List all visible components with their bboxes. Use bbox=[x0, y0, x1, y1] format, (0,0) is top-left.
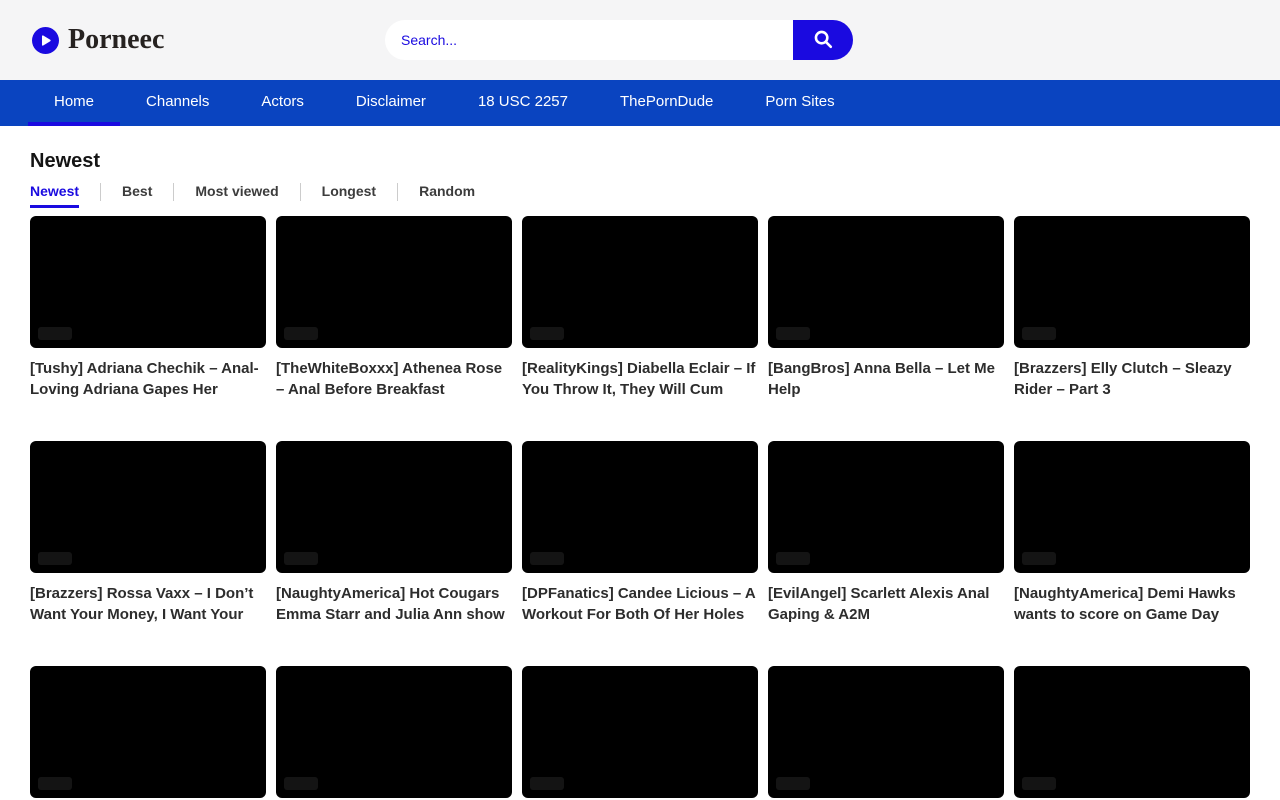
video-thumbnail[interactable] bbox=[1014, 441, 1250, 573]
video-card[interactable] bbox=[768, 666, 1004, 798]
duration-badge bbox=[776, 327, 810, 340]
video-card[interactable]: [Tushy] Adriana Chechik – Anal-Loving Ad… bbox=[30, 216, 266, 400]
duration-badge bbox=[284, 327, 318, 340]
magnifier-icon bbox=[812, 28, 834, 53]
nav-item-18-usc-2257[interactable]: 18 USC 2257 bbox=[452, 80, 594, 126]
site-logo[interactable]: Porneec bbox=[32, 0, 164, 80]
video-title[interactable]: [Tushy] Adriana Chechik – Anal-Loving Ad… bbox=[30, 358, 266, 400]
play-icon bbox=[32, 27, 59, 54]
video-title[interactable]: [RealityKings] Diabella Eclair – If You … bbox=[522, 358, 758, 400]
video-title[interactable]: [TheWhiteBoxxx] Athenea Rose – Anal Befo… bbox=[276, 358, 512, 400]
video-thumbnail[interactable] bbox=[30, 216, 266, 348]
video-thumbnail[interactable] bbox=[768, 666, 1004, 798]
search-form bbox=[385, 20, 853, 60]
duration-badge bbox=[1022, 327, 1056, 340]
video-title[interactable]: [EvilAngel] Scarlett Alexis Anal Gaping … bbox=[768, 583, 1004, 625]
video-title[interactable]: [NaughtyAmerica] Demi Hawks wants to sco… bbox=[1014, 583, 1250, 625]
tab-divider bbox=[173, 183, 174, 201]
video-card[interactable]: [NaughtyAmerica] Demi Hawks wants to sco… bbox=[1014, 441, 1250, 625]
duration-badge bbox=[530, 552, 564, 565]
video-thumbnail[interactable] bbox=[30, 666, 266, 798]
video-grid: [Tushy] Adriana Chechik – Anal-Loving Ad… bbox=[30, 216, 1250, 798]
duration-badge bbox=[776, 777, 810, 790]
duration-badge bbox=[530, 777, 564, 790]
video-thumbnail[interactable] bbox=[522, 216, 758, 348]
video-card[interactable]: [RealityKings] Diabella Eclair – If You … bbox=[522, 216, 758, 400]
video-thumbnail[interactable] bbox=[30, 441, 266, 573]
video-title[interactable]: [BangBros] Anna Bella – Let Me Help bbox=[768, 358, 1004, 400]
video-card[interactable]: [EvilAngel] Scarlett Alexis Anal Gaping … bbox=[768, 441, 1004, 625]
nav-item-theporndude[interactable]: ThePornDude bbox=[594, 80, 739, 126]
tab-most-viewed[interactable]: Most viewed bbox=[195, 183, 278, 208]
nav-item-porn-sites[interactable]: Porn Sites bbox=[739, 80, 860, 126]
duration-badge bbox=[284, 777, 318, 790]
page-title: Newest bbox=[30, 150, 1250, 173]
nav-item-channels[interactable]: Channels bbox=[120, 80, 235, 126]
nav-item-actors[interactable]: Actors bbox=[235, 80, 330, 126]
video-card[interactable]: [TheWhiteBoxxx] Athenea Rose – Anal Befo… bbox=[276, 216, 512, 400]
tab-divider bbox=[100, 183, 101, 201]
video-thumbnail[interactable] bbox=[276, 666, 512, 798]
video-thumbnail[interactable] bbox=[768, 441, 1004, 573]
tab-best[interactable]: Best bbox=[122, 183, 152, 208]
duration-badge bbox=[776, 552, 810, 565]
nav-item-home[interactable]: Home bbox=[28, 80, 120, 126]
video-card[interactable] bbox=[30, 666, 266, 798]
tab-divider bbox=[300, 183, 301, 201]
duration-badge bbox=[1022, 552, 1056, 565]
video-thumbnail[interactable] bbox=[522, 666, 758, 798]
tab-divider bbox=[397, 183, 398, 201]
video-card[interactable]: [Brazzers] Rossa Vaxx – I Don’t Want You… bbox=[30, 441, 266, 625]
video-thumbnail[interactable] bbox=[276, 216, 512, 348]
video-title[interactable]: [NaughtyAmerica] Hot Cougars Emma Starr … bbox=[276, 583, 512, 625]
video-card[interactable]: [NaughtyAmerica] Hot Cougars Emma Starr … bbox=[276, 441, 512, 625]
video-thumbnail[interactable] bbox=[522, 441, 758, 573]
video-card[interactable]: [DPFanatics] Candee Licious – A Workout … bbox=[522, 441, 758, 625]
video-thumbnail[interactable] bbox=[768, 216, 1004, 348]
video-title[interactable]: [DPFanatics] Candee Licious – A Workout … bbox=[522, 583, 758, 625]
duration-badge bbox=[1022, 777, 1056, 790]
video-thumbnail[interactable] bbox=[276, 441, 512, 573]
video-title[interactable]: [Brazzers] Rossa Vaxx – I Don’t Want You… bbox=[30, 583, 266, 625]
video-card[interactable]: [BangBros] Anna Bella – Let Me Help bbox=[768, 216, 1004, 400]
video-thumbnail[interactable] bbox=[1014, 216, 1250, 348]
tab-newest[interactable]: Newest bbox=[30, 183, 79, 208]
duration-badge bbox=[38, 327, 72, 340]
main-nav: HomeChannelsActorsDisclaimer18 USC 2257T… bbox=[0, 80, 1280, 126]
duration-badge bbox=[38, 777, 72, 790]
tab-random[interactable]: Random bbox=[419, 183, 475, 208]
video-card[interactable] bbox=[276, 666, 512, 798]
sort-tabs: Newest Best Most viewed Longest Random bbox=[30, 183, 1250, 208]
video-card[interactable]: [Brazzers] Elly Clutch – Sleazy Rider – … bbox=[1014, 216, 1250, 400]
duration-badge bbox=[38, 552, 72, 565]
video-card[interactable] bbox=[1014, 666, 1250, 798]
duration-badge bbox=[530, 327, 564, 340]
search-button[interactable] bbox=[793, 20, 853, 60]
video-thumbnail[interactable] bbox=[1014, 666, 1250, 798]
duration-badge bbox=[284, 552, 318, 565]
search-input[interactable] bbox=[385, 20, 793, 60]
video-title[interactable]: [Brazzers] Elly Clutch – Sleazy Rider – … bbox=[1014, 358, 1250, 400]
tab-longest[interactable]: Longest bbox=[322, 183, 376, 208]
site-header: Porneec bbox=[0, 0, 1280, 80]
nav-item-disclaimer[interactable]: Disclaimer bbox=[330, 80, 452, 126]
main-content: Newest Newest Best Most viewed Longest Rando… bbox=[0, 150, 1280, 798]
site-title: Porneec bbox=[68, 24, 164, 56]
video-card[interactable] bbox=[522, 666, 758, 798]
